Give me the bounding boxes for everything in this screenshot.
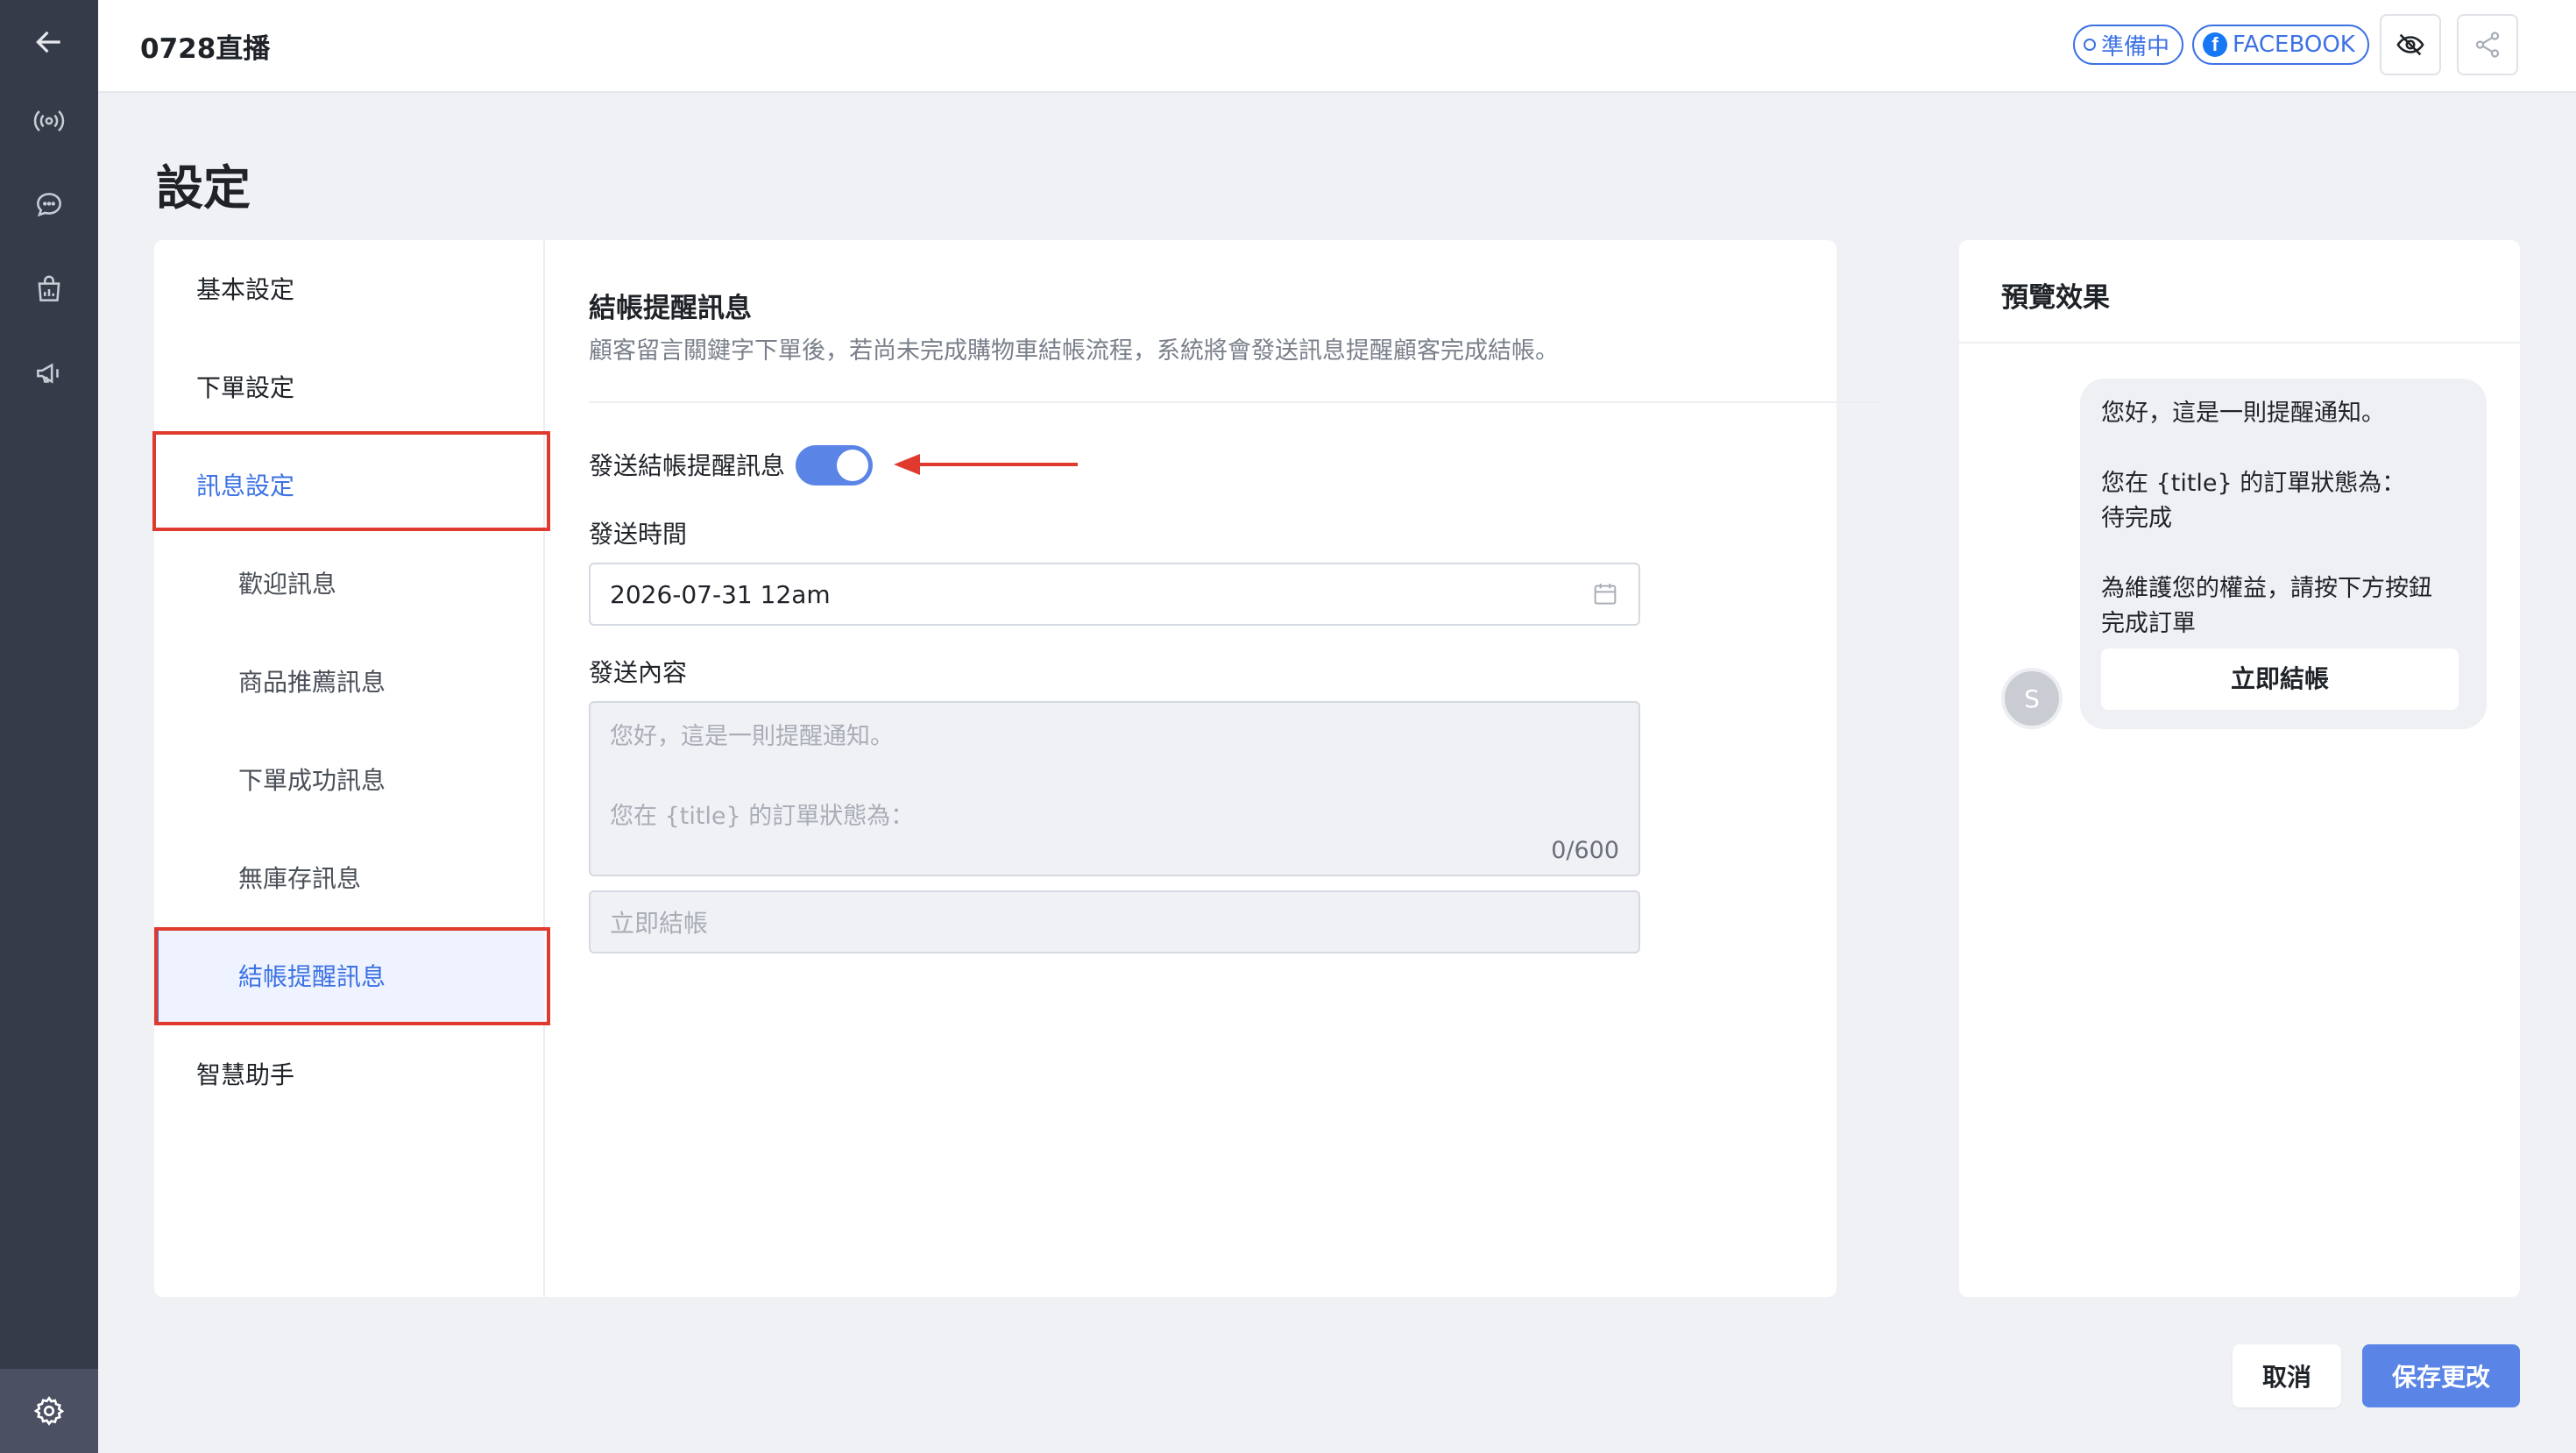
nav-live-button[interactable] <box>0 79 98 163</box>
top-bar: 0728直播 準備中 f FACEBOOK <box>98 0 2576 93</box>
arrow-left-icon <box>36 31 60 53</box>
nav-item-order[interactable]: 下單設定 <box>154 338 545 435</box>
section-title: 結帳提醒訊息 <box>589 293 752 324</box>
preview-checkout-button: 立即結帳 <box>2101 649 2459 710</box>
send-time-label: 發送時間 <box>589 520 688 549</box>
settings-card: 基本設定 下單設定 訊息設定 歡迎訊息 商品推薦訊息 下單成功訊息 無庫存訊息 … <box>152 240 1880 1297</box>
facebook-icon: f <box>2203 32 2227 57</box>
eye-off-icon <box>2396 33 2424 56</box>
bubble-line: 完成訂單 <box>2101 610 2196 637</box>
preview-panel: 預覽效果 S 您好，這是一則提醒通知。 您在 {title} 的訂單狀態為： 待… <box>1959 240 2520 1297</box>
preview-toggle-button[interactable] <box>2380 14 2441 75</box>
broadcast-icon <box>33 110 65 132</box>
nav-settings-button[interactable] <box>0 1369 98 1453</box>
back-button[interactable] <box>0 0 98 84</box>
section-description: 顧客留言關鍵字下單後，若尚未完成購物車結帳流程，系統將會發送訊息提醒顧客完成結帳… <box>589 337 1559 365</box>
message-bubble: 您好，這是一則提醒通知。 您在 {title} 的訂單狀態為： 待完成 為維護您… <box>2080 379 2487 729</box>
bubble-line: 待完成 <box>2101 505 2172 532</box>
nav-marketing-button[interactable] <box>0 331 98 415</box>
calendar-icon[interactable] <box>1591 580 1619 608</box>
nav-item-product-recommend[interactable]: 商品推薦訊息 <box>154 633 545 729</box>
nav-item-smart-assistant[interactable]: 智慧助手 <box>154 1025 545 1122</box>
send-time-value: 2026-07-31 12am <box>610 579 831 609</box>
bubble-line: 您在 {title} 的訂單狀態為： <box>2101 470 2406 497</box>
status-label: 準備中 <box>2101 33 2170 60</box>
gear-icon <box>33 1396 65 1426</box>
megaphone-icon <box>37 363 59 384</box>
settings-nav: 基本設定 下單設定 訊息設定 歡迎訊息 商品推薦訊息 下單成功訊息 無庫存訊息 … <box>154 240 545 1297</box>
platform-label: FACEBOOK <box>2233 32 2355 58</box>
nav-chat-button[interactable] <box>0 163 98 247</box>
page-title: 設定 <box>156 160 251 216</box>
send-time-input[interactable]: 2026-07-31 12am <box>589 563 1640 626</box>
send-reminder-toggle[interactable] <box>796 445 873 486</box>
button-text-placeholder: 立即結帳 <box>610 909 709 938</box>
button-text-input[interactable]: 立即結帳 <box>589 890 1640 953</box>
toggle-knob <box>837 450 868 481</box>
nav-item-welcome[interactable]: 歡迎訊息 <box>154 535 545 631</box>
section-divider <box>589 401 1880 403</box>
chat-icon <box>37 193 61 217</box>
content-label: 發送內容 <box>589 658 688 687</box>
nav-item-out-of-stock[interactable]: 無庫存訊息 <box>154 829 545 925</box>
cancel-button[interactable]: 取消 <box>2233 1344 2341 1407</box>
live-title: 0728直播 <box>140 33 271 65</box>
status-dot-icon <box>2084 39 2096 51</box>
app-sidebar <box>0 0 98 1453</box>
bubble-line: 您好，這是一則提醒通知。 <box>2101 400 2385 427</box>
character-counter: 0/600 <box>1551 837 1619 864</box>
content-placeholder-line1: 您好，這是一則提醒通知。 <box>610 723 894 750</box>
status-badge: 準備中 <box>2073 25 2184 65</box>
annotation-arrow-icon <box>894 454 1078 475</box>
content-placeholder-line2: 您在 {title} 的訂單狀態為： <box>610 803 915 830</box>
save-button[interactable]: 保存更改 <box>2362 1344 2520 1407</box>
share-icon <box>2475 32 2500 58</box>
content-textarea[interactable]: 您好，這是一則提醒通知。 您在 {title} 的訂單狀態為： 0/600 <box>589 701 1640 876</box>
highlight-box-checkout-reminder <box>154 927 550 1025</box>
preview-divider <box>1959 342 2520 344</box>
share-button[interactable] <box>2457 14 2518 75</box>
highlight-box-messages <box>152 431 550 531</box>
nav-item-order-success[interactable]: 下單成功訊息 <box>154 731 545 827</box>
platform-badge: f FACEBOOK <box>2192 25 2369 65</box>
bubble-line: 為維護您的權益，請按下方按鈕 <box>2101 575 2432 602</box>
avatar: S <box>2001 668 2063 729</box>
nav-products-button[interactable] <box>0 247 98 331</box>
toggle-label: 發送結帳提醒訊息 <box>589 451 786 480</box>
shopping-bag-icon <box>38 275 60 301</box>
nav-item-basic[interactable]: 基本設定 <box>154 240 545 337</box>
preview-title: 預覽效果 <box>2001 282 2110 314</box>
